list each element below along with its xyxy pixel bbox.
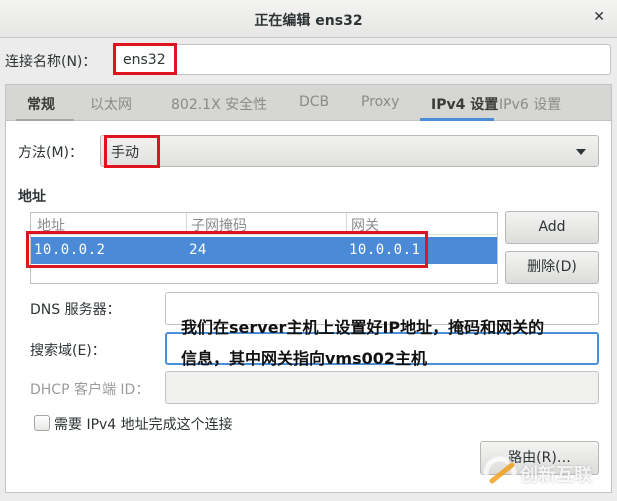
tab-general[interactable]: 常规 — [27, 94, 55, 114]
delete-address-button[interactable]: 删除(D) — [505, 251, 599, 284]
method-label: 方法(M)： — [18, 145, 84, 161]
column-separator — [186, 213, 187, 235]
method-value: 手动 — [111, 145, 139, 161]
title-bar: 正在编辑 ens32 ✕ — [0, 0, 617, 38]
connection-name-input[interactable] — [114, 44, 611, 75]
window-title: 正在编辑 ens32 — [254, 13, 363, 29]
table-header: 地址 子网掩码 网关 — [31, 213, 497, 235]
tab-general-underline — [16, 119, 74, 121]
tab-ethernet[interactable]: 以太网 — [90, 94, 132, 114]
tab-ipv4-settings[interactable]: IPv4 设置 — [431, 94, 498, 114]
cell-gateway[interactable]: 10.0.0.1 — [349, 242, 420, 258]
column-separator — [346, 213, 347, 235]
routes-button[interactable]: 路由(R)… — [480, 441, 599, 475]
column-header-gateway[interactable]: 网关 — [351, 215, 379, 235]
tab-dcb[interactable]: DCB — [299, 94, 329, 110]
search-domains-label: 搜索域(E)： — [30, 343, 106, 359]
dhcp-client-id-input — [165, 371, 599, 404]
tab-ipv4-active-underline — [420, 118, 494, 121]
column-header-address[interactable]: 地址 — [37, 215, 65, 235]
table-row[interactable]: 10.0.0.2 24 10.0.0.1 — [31, 237, 497, 264]
dhcp-client-id-label: DHCP 客户端 ID： — [30, 382, 150, 398]
annotation-line-2: 信息，其中网关指向vms002主机 — [181, 349, 428, 368]
tab-bar: 常规 以太网 802.1X 安全性 DCB Proxy IPv4 设置 IPv6… — [6, 85, 611, 121]
tab-8021x-security[interactable]: 802.1X 安全性 — [171, 94, 267, 114]
cell-netmask[interactable]: 24 — [189, 242, 207, 258]
tab-ipv6-settings[interactable]: IPv6 设置 — [499, 94, 561, 114]
annotation-line-1: 我们在server主机上设置好IP地址，掩码和网关的 — [181, 318, 545, 337]
addresses-table: 地址 子网掩码 网关 10.0.0.2 24 10.0.0.1 — [30, 212, 498, 284]
close-icon[interactable]: ✕ — [593, 9, 605, 25]
require-ipv4-label[interactable]: 需要 IPv4 地址完成这个连接 — [54, 414, 233, 434]
column-header-netmask[interactable]: 子网掩码 — [191, 215, 247, 235]
chevron-down-icon — [576, 149, 586, 155]
tab-proxy[interactable]: Proxy — [361, 94, 399, 110]
method-dropdown[interactable]: 手动 — [100, 135, 599, 167]
require-ipv4-checkbox[interactable] — [34, 415, 50, 431]
connection-name-label: 连接名称(N)： — [5, 54, 97, 70]
dns-label: DNS 服务器： — [30, 302, 121, 318]
cell-address[interactable]: 10.0.0.2 — [34, 242, 105, 258]
add-address-button[interactable]: Add — [505, 211, 599, 244]
addresses-section-title: 地址 — [18, 189, 46, 205]
